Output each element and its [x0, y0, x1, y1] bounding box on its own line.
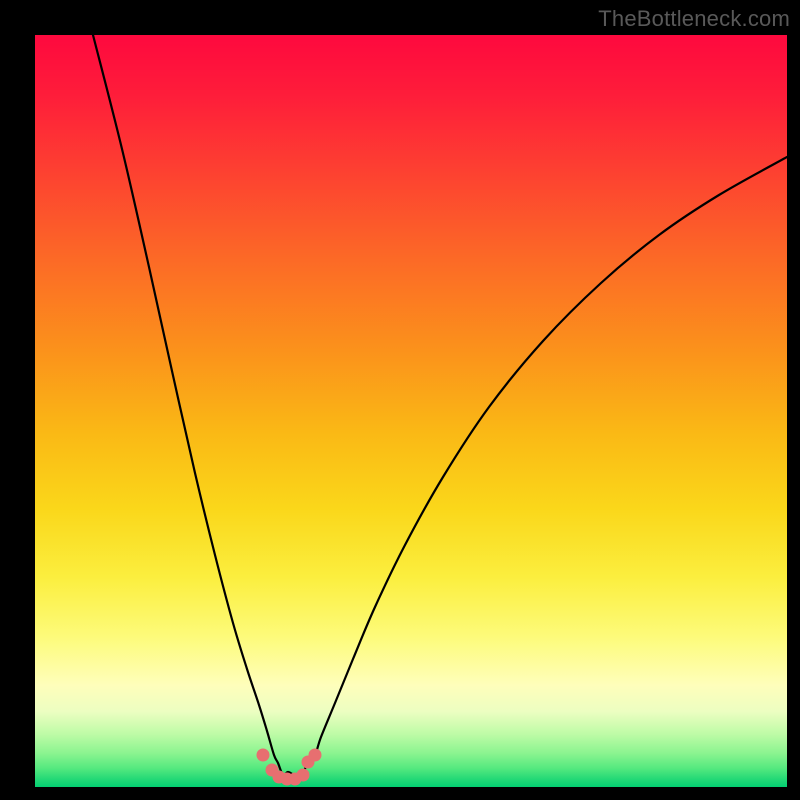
watermark-text: TheBottleneck.com: [598, 6, 790, 32]
plot-area: [35, 35, 787, 787]
curve-dot: [257, 749, 270, 762]
curve-dot: [297, 769, 310, 782]
chart-container: TheBottleneck.com: [0, 0, 800, 800]
curve-dot: [309, 749, 322, 762]
curve-layer: [35, 35, 787, 787]
curve-dots: [257, 749, 322, 786]
bottleneck-curve: [93, 35, 787, 775]
